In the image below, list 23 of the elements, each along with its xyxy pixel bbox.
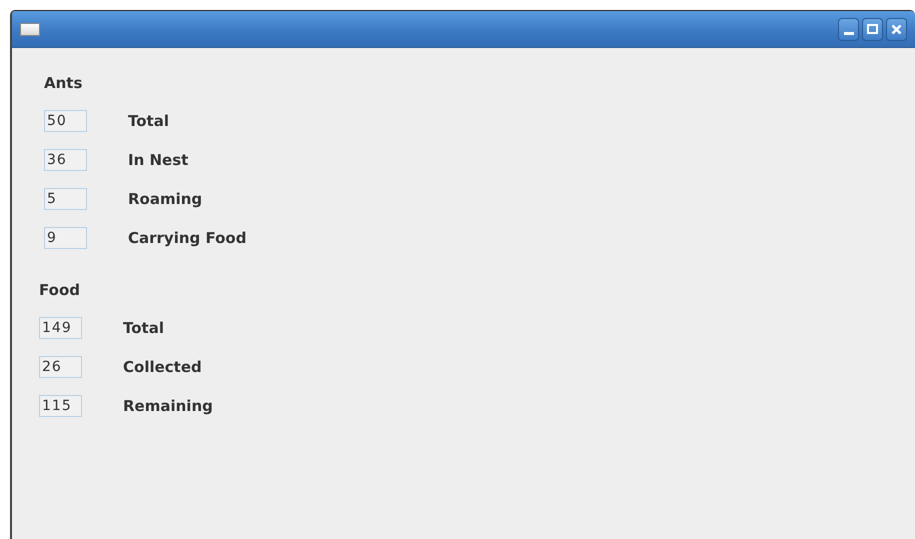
window-icon	[20, 22, 40, 36]
section-heading: Ants	[44, 74, 84, 92]
value-field[interactable]: 149	[39, 317, 82, 339]
close-icon	[891, 24, 902, 34]
minimize-button[interactable]	[838, 18, 859, 40]
close-button[interactable]	[886, 18, 907, 40]
stat-label: Total	[123, 319, 164, 337]
stat-label: Collected	[123, 358, 202, 376]
maximize-button[interactable]	[862, 18, 883, 40]
value-field[interactable]: 26	[39, 356, 82, 378]
stat-label: Carrying Food	[128, 229, 246, 247]
value-field[interactable]: 5	[44, 188, 87, 210]
minimize-icon	[844, 32, 854, 35]
value-field[interactable]: 36	[44, 149, 87, 171]
value-field[interactable]: 9	[44, 227, 87, 249]
stat-label: Roaming	[128, 190, 202, 208]
stat-label: Total	[128, 112, 169, 130]
maximize-icon	[867, 24, 878, 34]
value-field[interactable]: 50	[44, 110, 87, 132]
section-heading: Food	[39, 281, 81, 299]
value-field[interactable]: 115	[39, 395, 82, 417]
stat-label: In Nest	[128, 151, 188, 169]
stat-label: Remaining	[123, 397, 213, 415]
